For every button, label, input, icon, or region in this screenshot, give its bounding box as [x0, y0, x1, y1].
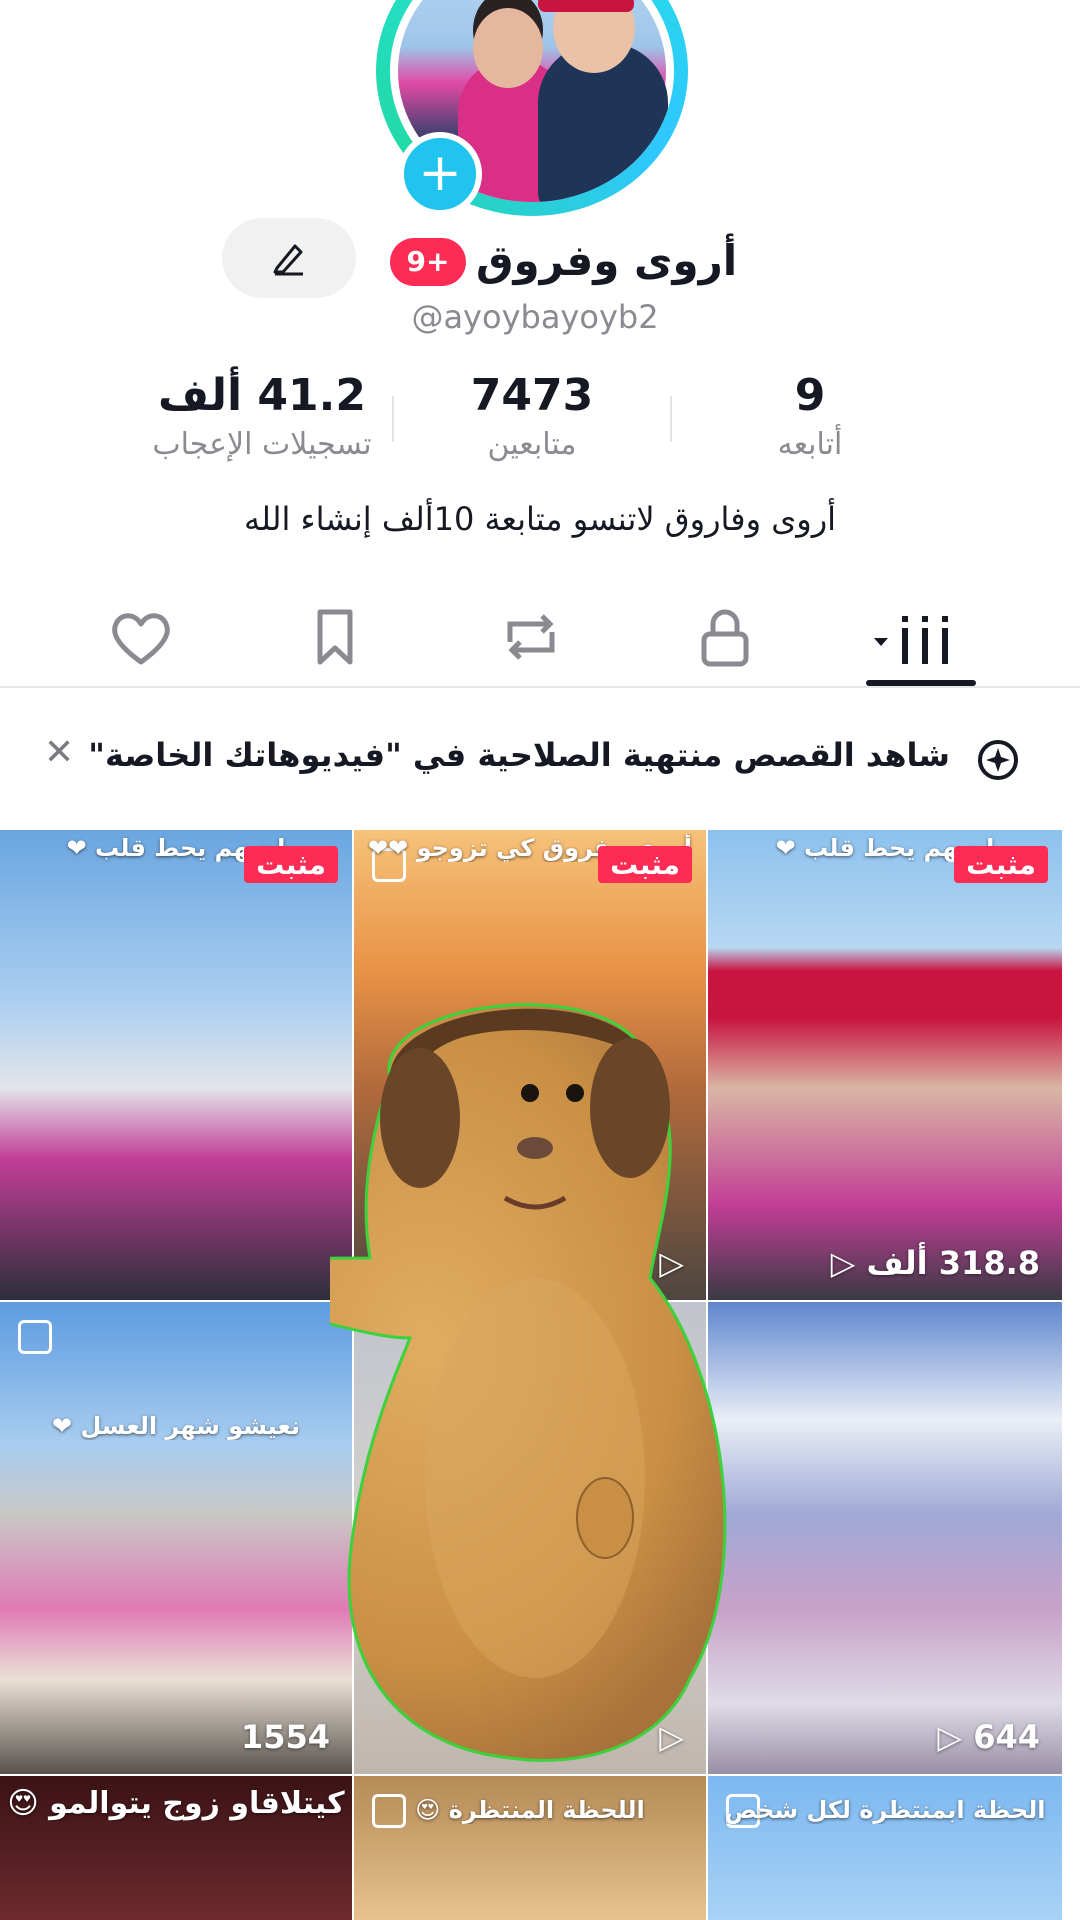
- video-tile[interactable]: اللحظة المنتظرة 😍: [354, 1776, 706, 1920]
- multi-photo-icon: [18, 1320, 52, 1354]
- view-count: 318.8 ألف ▷: [830, 1244, 1040, 1282]
- view-count: 1554: [241, 1718, 330, 1756]
- active-tab-indicator: [866, 680, 976, 686]
- tab-videos[interactable]: [870, 602, 948, 672]
- video-caption: نعيشو شهر العسل ❤: [51, 1412, 300, 1440]
- view-count-value: 644: [973, 1718, 1040, 1756]
- videos-grid-icon: [874, 616, 948, 664]
- video-tile[interactable]: لحبهم يحط قلب ❤ مثبت 318.8 ألف ▷: [708, 830, 1062, 1300]
- hamster-sticker: [330, 1003, 727, 1762]
- stat-following-label: أتابعه: [777, 427, 843, 462]
- profile-tabs: [0, 590, 1080, 688]
- tab-liked[interactable]: [106, 602, 176, 672]
- profile-stats: 9 أتابعه 7473 متابعين 41.2 ألف تسجيلات ا…: [0, 370, 1080, 480]
- stat-following[interactable]: 9 أتابعه: [680, 370, 940, 462]
- video-caption: الحظة ابمنتظرة لكل شخص: [724, 1796, 1046, 1824]
- pinned-badge: مثبت: [244, 846, 338, 883]
- stat-likes-value: 41.2 ألف: [158, 370, 366, 421]
- video-tile[interactable]: الحظة ابمنتظرة لكل شخص: [708, 1776, 1062, 1920]
- notification-badge[interactable]: 9+: [390, 238, 466, 286]
- profile-name-row: أروى وفروق 9+: [0, 232, 1080, 296]
- tab-reposts[interactable]: [496, 602, 566, 672]
- stat-likes[interactable]: 41.2 ألف تسجيلات الإعجاب: [122, 370, 402, 462]
- display-name: أروى وفروق: [476, 236, 738, 285]
- video-caption: كيتلاقاو زوج يتوالمو 😍: [7, 1786, 345, 1821]
- stat-divider: [670, 396, 672, 442]
- banner-text: شاهد القصص منتهية الصلاحية في "فيديوهاتك…: [88, 736, 950, 774]
- stat-likes-label: تسجيلات الإعجاب: [152, 427, 372, 462]
- video-tile[interactable]: كيتلاقاو زوج يتوالمو 😍: [0, 1776, 352, 1920]
- expired-stories-banner[interactable]: شاهد القصص منتهية الصلاحية في "فيديوهاتك…: [0, 700, 1080, 812]
- video-tile[interactable]: لحبهم يحط قلب ❤ مثبت: [0, 830, 352, 1300]
- lock-icon: [701, 609, 749, 667]
- stat-followers-value: 7473: [470, 370, 594, 421]
- stat-followers-label: متابعين: [487, 427, 577, 462]
- profile-bio: أروى وفاروق لاتنسو متابعة 10ألف إنشاء ال…: [243, 500, 837, 538]
- video-tile[interactable]: نعيشو شهر العسل ❤ 1554: [0, 1302, 352, 1774]
- bookmark-icon: [317, 609, 353, 665]
- username-handle: @ayoybayoyb2: [411, 298, 659, 336]
- sparkle-icon: [978, 740, 1018, 780]
- repost-icon: [507, 614, 555, 660]
- close-icon[interactable]: ✕: [44, 732, 74, 773]
- tab-private[interactable]: [690, 602, 760, 672]
- view-count-value: 318.8 ألف: [866, 1244, 1040, 1282]
- pencil-icon: [273, 244, 303, 276]
- pinned-badge: مثبت: [954, 846, 1048, 883]
- pinned-badge: مثبت: [598, 846, 692, 883]
- avatar-photo-cap: [538, 0, 634, 12]
- avatar-photo-woman-head: [473, 8, 543, 88]
- tab-favorites[interactable]: [300, 602, 370, 672]
- edit-profile-button[interactable]: [222, 218, 356, 298]
- video-tile[interactable]: 644 ▷: [708, 1302, 1062, 1774]
- view-count: 644 ▷: [937, 1718, 1040, 1756]
- stat-followers[interactable]: 7473 متابعين: [402, 370, 662, 462]
- video-caption: اللحظة المنتظرة 😍: [415, 1796, 645, 1824]
- stat-following-value: 9: [794, 370, 826, 421]
- add-story-button[interactable]: +: [398, 132, 482, 216]
- view-count-value: 1554: [240, 1718, 330, 1756]
- heart-icon: [112, 613, 170, 665]
